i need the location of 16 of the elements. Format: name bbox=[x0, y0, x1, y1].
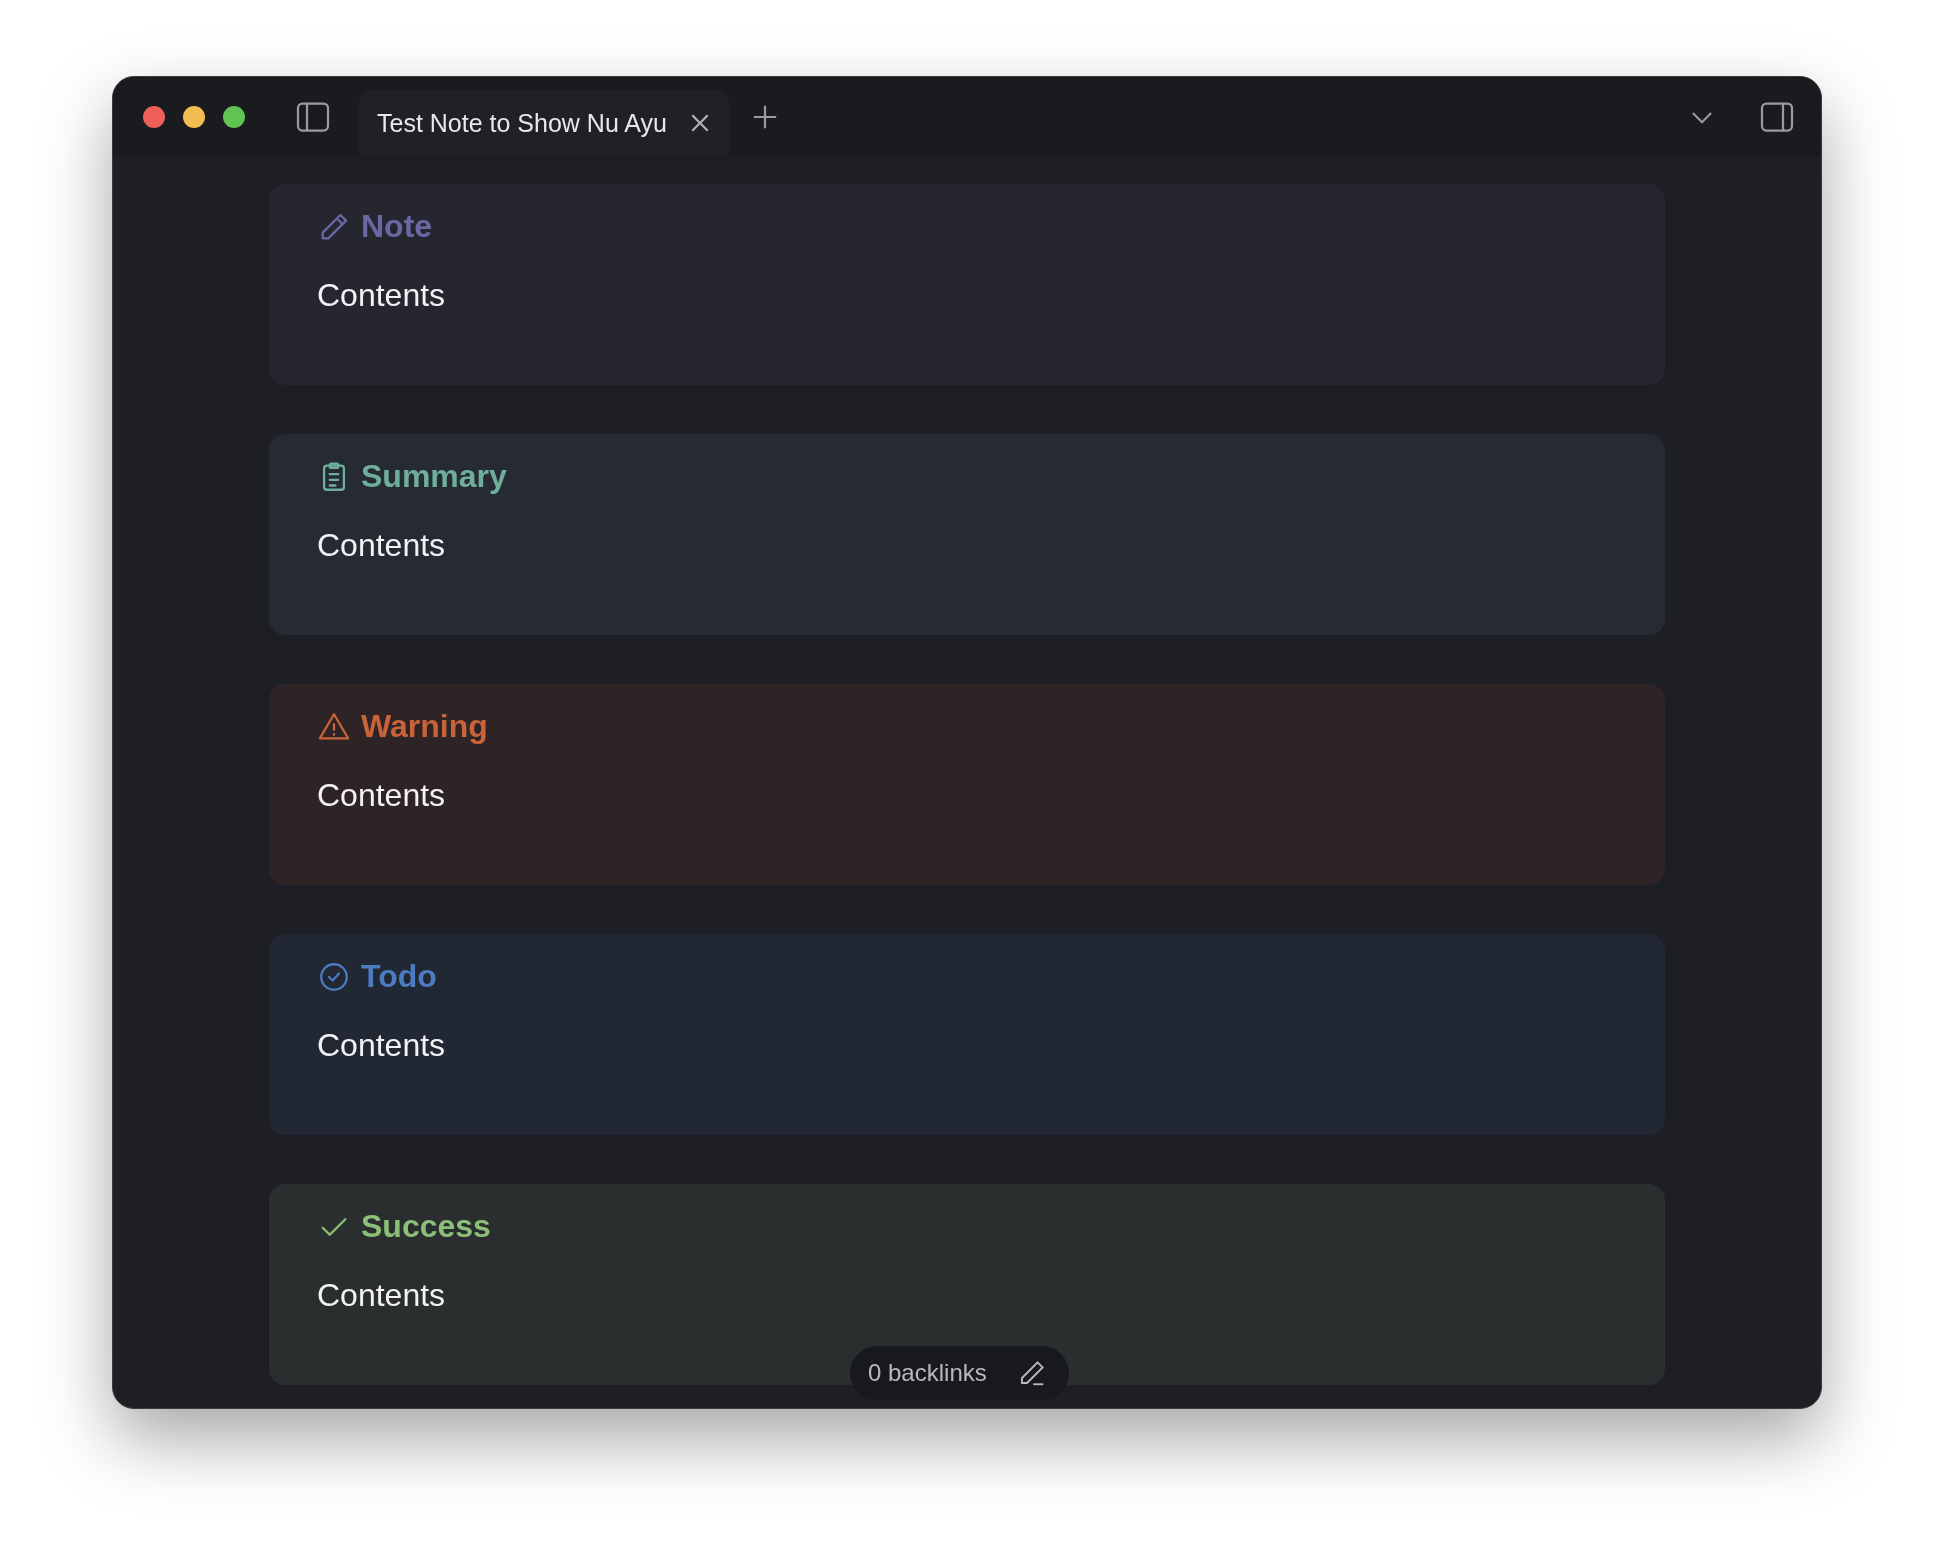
backlinks-count[interactable]: 0 backlinks bbox=[868, 1359, 987, 1387]
callout-body: Contents bbox=[317, 1277, 447, 1314]
note-tab[interactable]: Test Note to Show Nu Ayu bbox=[359, 90, 729, 156]
minimize-window-button[interactable] bbox=[183, 105, 205, 128]
callout-title: Warning bbox=[361, 708, 488, 745]
callout-body: Contents bbox=[317, 277, 447, 314]
callout-body: Contents bbox=[317, 1027, 447, 1064]
callout-title: Todo bbox=[361, 958, 437, 995]
callout-body: Contents bbox=[317, 527, 447, 564]
callout-title: Success bbox=[361, 1208, 491, 1245]
callout-title: Summary bbox=[361, 458, 507, 495]
close-icon[interactable] bbox=[689, 112, 711, 134]
maximize-window-button[interactable] bbox=[223, 105, 245, 128]
callout-body: Contents bbox=[317, 777, 447, 814]
callout-title: Note bbox=[361, 208, 433, 245]
close-window-button[interactable] bbox=[143, 105, 165, 128]
